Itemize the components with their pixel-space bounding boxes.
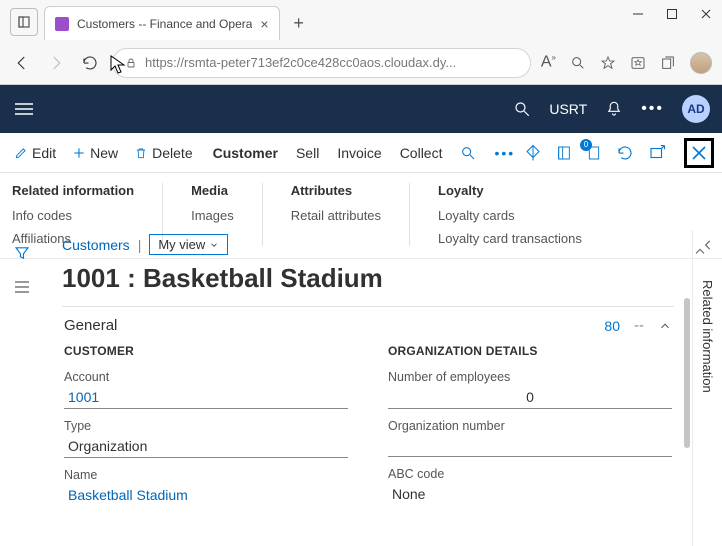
header-search-icon[interactable] <box>513 100 531 118</box>
notifications-icon[interactable] <box>605 100 623 118</box>
delete-label: Delete <box>152 145 192 161</box>
action-tabs: Customer Sell Invoice Collect <box>213 145 443 161</box>
name-field[interactable]: Basketball Stadium <box>64 484 348 506</box>
delete-button[interactable]: Delete <box>128 141 198 165</box>
section-general: General 80 -- CUSTOMER Account 1001 Type… <box>62 306 674 506</box>
forward-button <box>44 51 68 75</box>
url-text: https://rsmta-peter713ef2c0ce428cc0aos.c… <box>145 55 456 70</box>
tab-favicon-icon <box>55 17 69 31</box>
form-body: Customers | My view 1001 : Basketball St… <box>44 230 692 546</box>
tab-actions-button[interactable] <box>10 8 38 36</box>
ribbon-group-title: Related information <box>12 183 134 198</box>
ribbon-link-images[interactable]: Images <box>191 208 234 223</box>
ribbon-group-title: Attributes <box>291 183 381 198</box>
tab-invoice[interactable]: Invoice <box>337 145 381 161</box>
tab-title: Customers -- Finance and Opera <box>77 17 252 31</box>
tab-customer[interactable]: Customer <box>213 145 278 161</box>
action-toolbar: Edit New Delete Customer Sell Invoice Co… <box>0 133 722 173</box>
left-rail <box>0 230 44 546</box>
favorite-icon[interactable] <box>600 55 616 71</box>
section-dash: -- <box>634 317 644 334</box>
account-field[interactable]: 1001 <box>64 386 348 409</box>
refresh-icon[interactable] <box>616 144 634 162</box>
profile-avatar[interactable] <box>690 52 712 74</box>
app-header: USRT ••• AD <box>0 85 722 133</box>
toolbar-search-icon[interactable] <box>460 145 476 161</box>
close-window-icon[interactable] <box>700 8 712 20</box>
browser-chrome: Customers -- Finance and Opera × + https… <box>0 0 722 85</box>
minimize-icon[interactable] <box>632 8 644 20</box>
edit-button[interactable]: Edit <box>8 141 62 165</box>
section-header[interactable]: General 80 -- <box>62 307 674 344</box>
tab-collect[interactable]: Collect <box>400 145 443 161</box>
maximize-icon[interactable] <box>666 8 678 20</box>
ribbon-link-loyaltycards[interactable]: Loyalty cards <box>438 208 582 223</box>
more-icon[interactable]: ••• <box>641 100 664 118</box>
company-indicator[interactable]: USRT <box>549 101 587 117</box>
list-icon[interactable] <box>13 280 31 294</box>
right-rail-expand-icon[interactable] <box>701 238 715 252</box>
account-label: Account <box>64 370 348 384</box>
orgnum-field[interactable] <box>388 435 672 457</box>
favorites-bar-icon[interactable] <box>630 55 646 71</box>
breadcrumb-customers[interactable]: Customers <box>62 237 130 253</box>
office-icon[interactable] <box>556 145 572 161</box>
user-avatar[interactable]: AD <box>682 95 710 123</box>
address-bar[interactable]: https://rsmta-peter713ef2c0ce428cc0aos.c… <box>112 48 531 78</box>
back-button[interactable] <box>10 51 34 75</box>
new-label: New <box>90 145 118 161</box>
browser-tab[interactable]: Customers -- Finance and Opera × <box>44 6 280 40</box>
read-aloud-icon[interactable]: A» <box>541 53 556 71</box>
popout-icon[interactable] <box>648 144 666 162</box>
view-selector[interactable]: My view <box>149 234 228 255</box>
view-label: My view <box>158 237 205 252</box>
attach-icon[interactable] <box>524 144 542 162</box>
new-button[interactable]: New <box>66 141 124 165</box>
abc-label: ABC code <box>388 467 672 481</box>
type-label: Type <box>64 419 348 433</box>
group-customer: CUSTOMER <box>64 344 348 358</box>
tab-sell[interactable]: Sell <box>296 145 319 161</box>
employees-label: Number of employees <box>388 370 672 384</box>
section-count: 80 <box>604 318 620 334</box>
breadcrumb-separator: | <box>138 237 142 253</box>
name-label: Name <box>64 468 348 482</box>
close-form-button[interactable] <box>684 138 714 168</box>
collections-icon[interactable] <box>660 55 676 71</box>
right-rail-label[interactable]: Related information <box>700 280 715 393</box>
filter-icon[interactable] <box>13 244 31 262</box>
window-controls <box>632 8 712 20</box>
refresh-button[interactable] <box>78 51 102 75</box>
orgnum-label: Organization number <box>388 419 672 433</box>
abc-field[interactable]: None <box>388 483 672 505</box>
chevron-up-icon <box>658 319 672 333</box>
nav-hamburger-button[interactable] <box>12 97 36 121</box>
tab-close-icon[interactable]: × <box>260 16 268 32</box>
ribbon-link-infocodes[interactable]: Info codes <box>12 208 134 223</box>
toolbar-overflow-icon[interactable]: ••• <box>494 145 515 161</box>
scrollbar-thumb[interactable] <box>684 298 690 448</box>
right-rail: Related information <box>692 230 722 546</box>
ribbon-link-retailattr[interactable]: Retail attributes <box>291 208 381 223</box>
chevron-down-icon <box>209 240 219 250</box>
type-field[interactable]: Organization <box>64 435 348 458</box>
zoom-icon[interactable] <box>570 55 586 71</box>
page-title: 1001 : Basketball Stadium <box>62 263 674 294</box>
group-org: ORGANIZATION DETAILS <box>388 344 672 358</box>
ribbon-group-title: Media <box>191 183 234 198</box>
section-name: General <box>64 317 117 334</box>
edit-label: Edit <box>32 145 56 161</box>
lock-icon <box>125 57 137 69</box>
ribbon-group-title: Loyalty <box>438 183 582 198</box>
employees-field[interactable]: 0 <box>388 386 672 409</box>
pin-badge-icon[interactable]: 0 <box>586 145 602 161</box>
new-tab-button[interactable]: + <box>284 8 314 38</box>
